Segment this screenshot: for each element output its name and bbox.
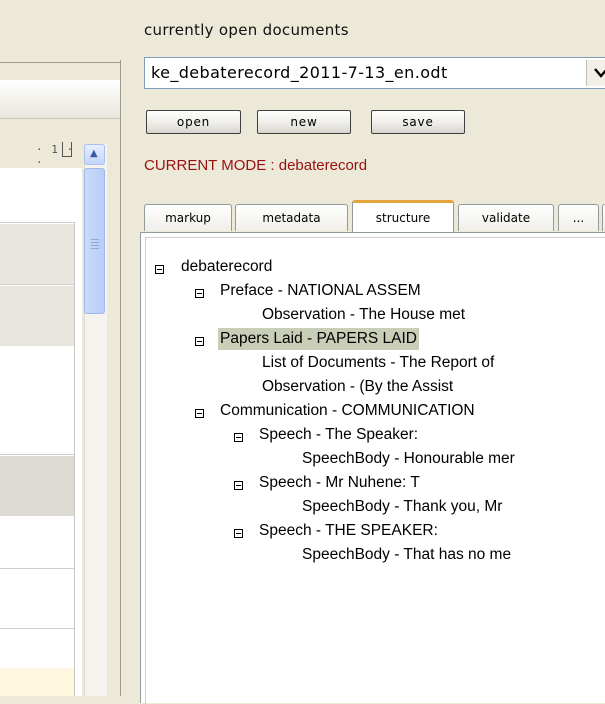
tab-more[interactable]: ...	[558, 204, 599, 231]
page-margin-line	[74, 222, 75, 696]
new-button[interactable]: new	[257, 110, 351, 134]
save-button[interactable]: save	[371, 110, 465, 134]
text-line	[0, 222, 74, 223]
ruler-ticks: · 1 · ·	[36, 143, 75, 169]
shaded-block	[0, 224, 74, 284]
document-page[interactable]	[0, 168, 82, 696]
document-select[interactable]: ke_debaterecord_2011-7-13_en.odt	[144, 57, 605, 89]
documents-panel: currently open documents ke_debaterecord…	[126, 0, 605, 704]
collapse-minus-icon[interactable]	[234, 481, 243, 490]
tree-node-debaterecord[interactable]: debaterecord	[181, 256, 272, 278]
tree-node-speechbody[interactable]: SpeechBody - Thank you, Mr	[302, 496, 502, 518]
tree-node-list-of-documents[interactable]: List of Documents - The Report of	[262, 352, 494, 374]
scroll-up-arrow-icon[interactable]: ▲	[84, 144, 105, 165]
tree-node-speech[interactable]: Speech - Mr Nuhene: T	[259, 472, 420, 494]
collapse-minus-icon[interactable]	[195, 409, 204, 418]
open-button[interactable]: open	[146, 110, 241, 134]
tab-markup[interactable]: markup	[144, 204, 232, 231]
tree-node-preface[interactable]: Preface - NATIONAL ASSEM	[220, 280, 421, 302]
tab-structure[interactable]: structure	[352, 200, 454, 233]
splitter[interactable]	[120, 60, 121, 696]
ruler: · 1 · ·	[0, 140, 82, 169]
text-line	[0, 568, 74, 569]
highlighted-block	[0, 668, 74, 696]
text-line	[0, 284, 74, 285]
grip-icon	[91, 237, 99, 251]
shaded-block	[0, 286, 74, 346]
tree-node-speechbody[interactable]: SpeechBody - That has no me	[302, 544, 511, 566]
panel-title: currently open documents	[144, 21, 349, 39]
dropdown-button[interactable]	[586, 60, 605, 86]
collapse-minus-icon[interactable]	[234, 433, 243, 442]
document-editor-pane: · 1 · · ▲	[0, 0, 126, 696]
tree-viewport: debaterecord Preface - NATIONAL ASSEM Ob…	[145, 237, 605, 704]
tree-node-speech[interactable]: Speech - THE SPEAKER:	[259, 520, 438, 542]
collapse-minus-icon[interactable]	[234, 529, 243, 538]
tree-node-observation[interactable]: Observation - The House met	[262, 304, 465, 326]
collapse-minus-icon[interactable]	[195, 289, 204, 298]
tree-node-observation[interactable]: Observation - (By the Assist	[262, 376, 453, 398]
scrollbar-thumb[interactable]	[84, 168, 105, 314]
tree-node-speechbody[interactable]: SpeechBody - Honourable mer	[302, 448, 515, 470]
selected-document: ke_debaterecord_2011-7-13_en.odt	[151, 63, 448, 82]
tree-node-papers-laid[interactable]: Papers Laid - PAPERS LAID	[218, 328, 419, 350]
current-mode-label: CURRENT MODE : debaterecord	[144, 157, 368, 174]
tab-stop-marker[interactable]	[62, 142, 72, 157]
structure-tree[interactable]: debaterecord Preface - NATIONAL ASSEM Ob…	[140, 232, 605, 704]
text-line	[0, 628, 74, 629]
text-line	[0, 454, 74, 455]
collapse-minus-icon[interactable]	[195, 337, 204, 346]
tree-node-communication[interactable]: Communication - COMMUNICATION	[220, 400, 475, 422]
tab-bar: markup metadata validate ... structure	[144, 200, 605, 233]
chevron-down-icon	[594, 68, 605, 78]
shaded-block	[0, 456, 74, 516]
tab-validate[interactable]: validate	[458, 204, 554, 231]
tree-node-speech[interactable]: Speech - The Speaker:	[259, 424, 418, 446]
editor-header-band	[0, 80, 120, 119]
tab-metadata[interactable]: metadata	[235, 204, 348, 231]
collapse-minus-icon[interactable]	[155, 265, 164, 274]
